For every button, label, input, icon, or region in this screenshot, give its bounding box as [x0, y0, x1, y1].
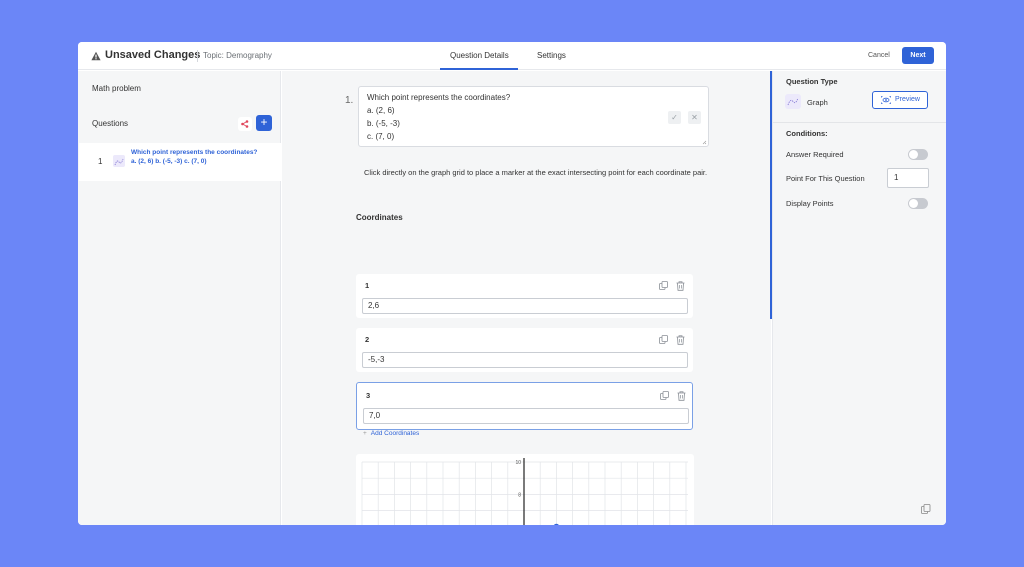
- section-title: Math problem: [92, 84, 141, 93]
- question-type-label: Question Type: [786, 77, 838, 86]
- question-type-value: Graph: [807, 98, 828, 107]
- add-coordinates-label: Add Coordinates: [370, 430, 420, 437]
- preview-button[interactable]: Preview: [872, 91, 928, 109]
- copy-icon[interactable]: [921, 504, 931, 514]
- conditions-label: Conditions:: [786, 129, 828, 138]
- question-line: b. (-5, -3): [367, 119, 400, 128]
- points-input[interactable]: 1: [887, 168, 929, 188]
- settings-panel: Question Type Graph Preview Conditions: …: [772, 71, 946, 525]
- questions-label: Questions: [92, 119, 129, 128]
- questions-sidebar: Math problem Questions + 1 Which point r…: [78, 71, 281, 525]
- warning-icon: [91, 51, 101, 61]
- display-points-toggle[interactable]: [908, 198, 928, 209]
- coordinate-graph[interactable]: 1086: [356, 454, 694, 525]
- question-preview-text: Which point represents the coordinates? …: [131, 149, 258, 165]
- coordinate-card-active: 3 7,0: [356, 382, 693, 430]
- tab-question-details[interactable]: Question Details: [450, 51, 509, 60]
- graph-type-icon: [113, 155, 125, 167]
- question-line: a. (2, 6): [367, 106, 395, 115]
- coordinate-card: 2 -5,-3: [356, 328, 693, 372]
- tab-settings[interactable]: Settings: [537, 51, 566, 60]
- y-tick-label: 10: [515, 460, 521, 466]
- trash-icon[interactable]: [676, 281, 685, 291]
- add-coordinates-link[interactable]: + Add Coordinates: [363, 430, 419, 437]
- answer-required-label: Answer Required: [786, 150, 844, 159]
- check-icon[interactable]: ✓: [668, 111, 681, 124]
- share-icon: [241, 120, 249, 128]
- page-title: Unsaved Changes: [105, 49, 201, 61]
- question-list-item[interactable]: 1 Which point represents the coordinates…: [79, 143, 281, 181]
- trash-icon[interactable]: [676, 335, 685, 345]
- coordinate-input[interactable]: 2,6: [362, 298, 688, 314]
- copy-icon[interactable]: [660, 391, 669, 400]
- question-number: 1: [98, 157, 103, 166]
- copy-icon[interactable]: [659, 335, 668, 344]
- question-index: 1.: [345, 95, 354, 106]
- trash-icon[interactable]: [677, 391, 686, 401]
- graph-type-icon: [785, 94, 801, 109]
- coordinate-card: 1 2,6: [356, 274, 693, 318]
- close-icon[interactable]: ✕: [688, 111, 701, 124]
- topic-label: Topic: Demography: [203, 51, 272, 60]
- share-button[interactable]: [238, 117, 252, 131]
- points-label: Point For This Question: [786, 174, 865, 183]
- panel-divider: [773, 122, 946, 123]
- app-window: Unsaved Changes Topic: Demography Questi…: [78, 42, 946, 525]
- plus-icon: +: [363, 430, 367, 437]
- resize-handle-icon[interactable]: [702, 140, 707, 145]
- copy-icon[interactable]: [659, 281, 668, 290]
- cancel-button[interactable]: Cancel: [868, 52, 890, 59]
- top-bar: Unsaved Changes Topic: Demography Questi…: [78, 42, 946, 70]
- preview-label: Preview: [895, 96, 920, 103]
- question-editor: 1. Which point represents the coordinate…: [282, 71, 771, 525]
- title-divider: [197, 50, 198, 62]
- y-tick-label: 8: [518, 492, 521, 498]
- coordinate-label: 1: [365, 281, 370, 290]
- coordinate-label: 2: [365, 335, 370, 344]
- graph-marker[interactable]: [553, 523, 559, 525]
- active-tab-indicator: [440, 68, 518, 70]
- preview-icon: [881, 96, 891, 104]
- coordinate-label: 3: [366, 391, 371, 400]
- graph-card: 1086: [356, 454, 694, 525]
- coordinate-input[interactable]: 7,0: [363, 408, 689, 424]
- coordinate-input[interactable]: -5,-3: [362, 352, 688, 368]
- add-question-button[interactable]: +: [256, 115, 272, 131]
- display-points-label: Display Points: [786, 199, 834, 208]
- question-line: c. (7, 0): [367, 132, 395, 141]
- next-button[interactable]: Next: [902, 47, 934, 64]
- instruction-text: Click directly on the graph grid to plac…: [364, 168, 708, 177]
- question-textarea[interactable]: Which point represents the coordinates? …: [358, 86, 709, 147]
- coordinates-heading: Coordinates: [356, 213, 403, 222]
- question-line: Which point represents the coordinates?: [367, 93, 511, 102]
- answer-required-toggle[interactable]: [908, 149, 928, 160]
